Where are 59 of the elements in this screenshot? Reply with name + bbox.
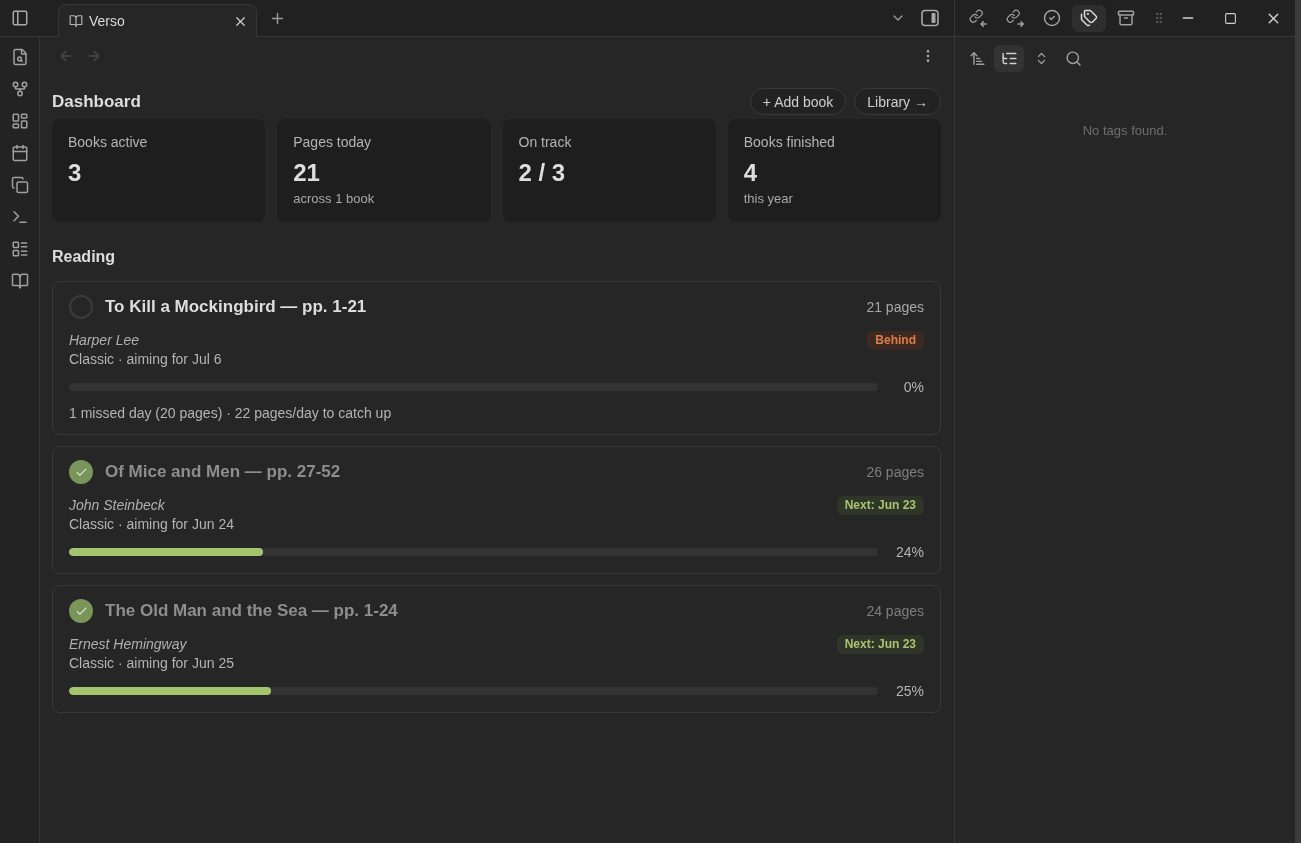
page-count: 26 pages	[866, 463, 924, 482]
status-badge: Behind	[867, 330, 924, 350]
progress-percent: 25%	[894, 682, 924, 701]
stat-note: across 1 book	[293, 190, 376, 208]
book-note: 1 missed day (20 pages) · 22 pages/day to catch up	[69, 404, 393, 423]
empty-tags-message: No tags found.	[1081, 122, 1169, 140]
book-title: The Old Man and the Sea — pp. 1-24	[105, 600, 398, 622]
book-meta: Classic · aiming for Jun 25	[69, 654, 235, 673]
library-button[interactable]: Library →	[854, 88, 941, 115]
book-open-icon	[69, 14, 83, 28]
stat-label: On track	[518, 133, 573, 152]
maximize-icon[interactable]	[1224, 11, 1237, 25]
checklist-icon[interactable]	[10, 240, 29, 258]
archive-icon	[1117, 9, 1135, 27]
tab[interactable]: Verso	[58, 4, 257, 37]
round-checkbox[interactable]	[69, 460, 93, 484]
search-icon	[1064, 49, 1082, 67]
book-author: John Steinbeck	[69, 496, 165, 515]
panel-tool-button[interactable]	[994, 44, 1024, 72]
add-book-button[interactable]: + Add book	[749, 88, 847, 115]
dashboard-heading: Dashboard	[52, 90, 141, 113]
tags-icon	[1080, 9, 1098, 27]
book-meta: Classic · aiming for Jun 24	[69, 515, 235, 534]
book-meta: Classic · aiming for Jul 6	[69, 350, 223, 369]
link-arrow-left-icon	[969, 9, 987, 27]
circle-check-icon	[1043, 9, 1061, 27]
tab-label: Verso	[89, 12, 125, 31]
terminal-icon[interactable]	[10, 208, 29, 226]
link-arrow-right-icon	[1006, 9, 1024, 27]
left-panel-toggle-icon[interactable]	[11, 9, 29, 27]
stat-value: 21	[293, 158, 321, 188]
stat-value: 3	[68, 158, 83, 188]
book-title: Of Mice and Men — pp. 27-52	[105, 461, 341, 483]
stat-label: Pages today	[293, 133, 373, 152]
right-panel-toggle-icon[interactable]	[921, 9, 939, 27]
book-author: Ernest Hemingway	[69, 635, 187, 654]
progress-percent: 24%	[894, 543, 924, 562]
stat-value: 2 / 3	[518, 158, 567, 188]
book-author: Harper Lee	[69, 331, 140, 350]
status-badge: Next: Jun 23	[836, 495, 924, 515]
book-open-icon[interactable]	[10, 272, 29, 290]
copy-files-icon[interactable]	[10, 176, 29, 194]
sort-icon	[968, 49, 986, 67]
book-title: To Kill a Mockingbird — pp. 1-21	[105, 296, 367, 318]
page-count: 24 pages	[866, 602, 924, 621]
sidebar-tab[interactable]	[1072, 4, 1106, 32]
status-badge: Next: Jun 23	[836, 634, 924, 654]
page-count: 21 pages	[866, 298, 924, 317]
progress-percent: 0%	[902, 378, 924, 397]
stat-label: Books active	[68, 133, 149, 152]
round-checkbox[interactable]	[69, 599, 93, 623]
graph-nodes-icon[interactable]	[10, 80, 29, 98]
file-search-icon[interactable]	[10, 48, 29, 66]
calendar-icon[interactable]	[10, 144, 29, 162]
reading-heading: Reading	[52, 247, 117, 267]
stat-label: Books finished	[743, 133, 836, 152]
grid-layout-icon[interactable]	[10, 112, 29, 130]
stat-note: this year	[743, 190, 794, 208]
stat-value: 4	[743, 158, 759, 188]
